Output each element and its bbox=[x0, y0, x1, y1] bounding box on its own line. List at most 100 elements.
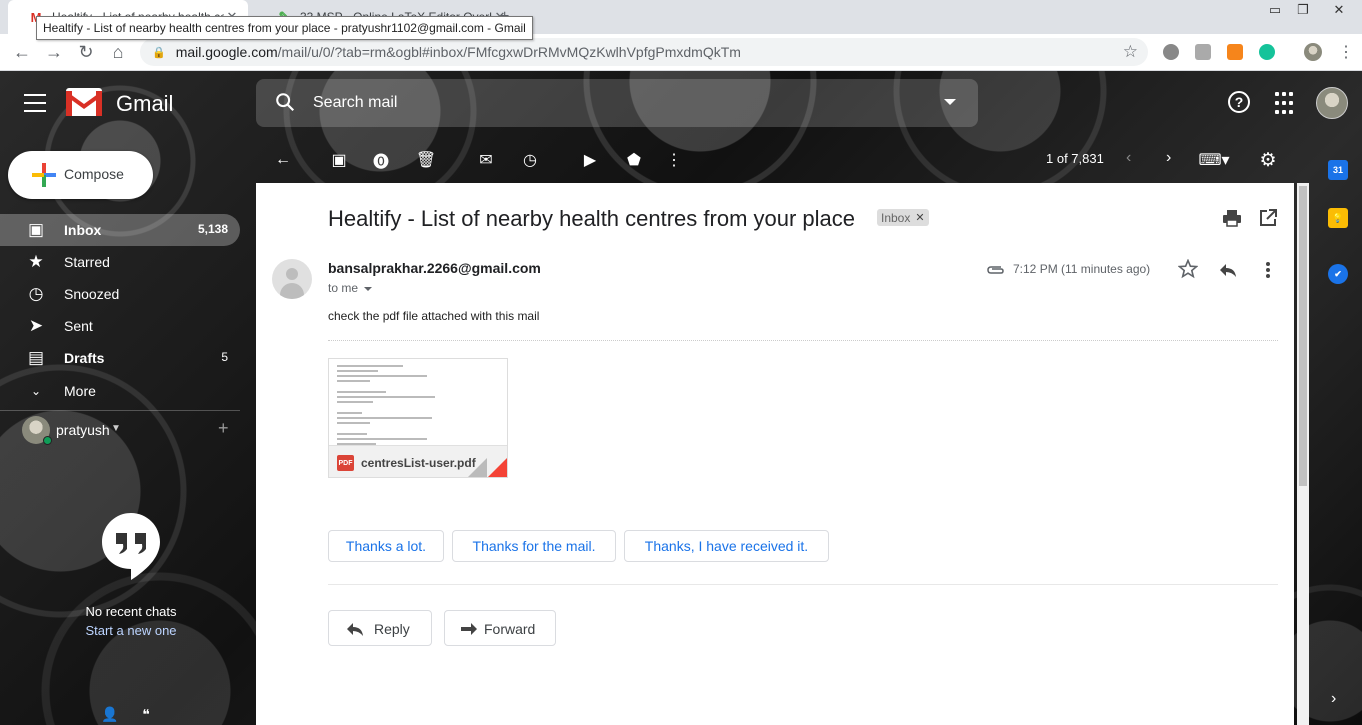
account-avatar[interactable] bbox=[1316, 87, 1348, 119]
restore-icon[interactable]: ❐ bbox=[1290, 0, 1316, 20]
online-status-icon bbox=[43, 436, 52, 445]
newer-icon[interactable]: ‹ bbox=[1126, 149, 1131, 167]
address-bar[interactable]: 🔒 mail.google.com/mail/u/0/?tab=rm&ogbl#… bbox=[140, 38, 1148, 66]
archive-icon[interactable]: ▣ bbox=[329, 150, 349, 170]
gmail-app: Gmail Search mail ? Compose ▣ Inbox 5,13… bbox=[0, 71, 1362, 725]
page-fold-shadow bbox=[467, 458, 487, 477]
search-input[interactable]: Search mail bbox=[313, 94, 397, 112]
new-chat-plus-icon[interactable]: + bbox=[218, 418, 229, 439]
sidebar-item-label: Starred bbox=[64, 254, 110, 270]
browser-menu-icon[interactable]: ⋮ bbox=[1334, 40, 1358, 64]
input-tools-icon[interactable]: ⌨▾ bbox=[1198, 150, 1229, 170]
attachment-footer: PDF centresList-user.pdf bbox=[329, 445, 507, 477]
more-options-icon[interactable] bbox=[1260, 260, 1276, 280]
star-icon: ★ bbox=[28, 252, 44, 271]
search-bar[interactable]: Search mail bbox=[256, 79, 978, 127]
google-apps-icon[interactable] bbox=[1272, 91, 1296, 115]
help-icon[interactable]: ? bbox=[1228, 91, 1250, 113]
reply-icon bbox=[347, 623, 363, 636]
search-icon[interactable] bbox=[274, 91, 296, 113]
gmail-logo-icon bbox=[66, 88, 102, 116]
email-view: Healtify - List of nearby health centres… bbox=[256, 183, 1294, 725]
sidebar-divider bbox=[0, 410, 240, 411]
caret-down-icon[interactable]: ▼ bbox=[111, 423, 121, 434]
start-new-chat-link[interactable]: Start a new one bbox=[36, 623, 226, 638]
keep-app-icon[interactable]: 💡 bbox=[1328, 208, 1348, 228]
home-icon[interactable]: ⌂ bbox=[106, 40, 130, 64]
sender-email[interactable]: bansalprakhar.2266@gmail.com bbox=[328, 260, 541, 276]
labels-icon[interactable]: ⬟ bbox=[624, 150, 644, 170]
unread-count: 5,138 bbox=[197, 222, 228, 236]
compose-button[interactable]: Compose bbox=[8, 151, 153, 199]
profile-avatar[interactable] bbox=[1304, 43, 1322, 61]
move-to-icon[interactable]: ▶ bbox=[580, 150, 600, 170]
search-options-icon[interactable] bbox=[944, 99, 956, 105]
pdf-attachment-card[interactable]: PDF centresList-user.pdf bbox=[328, 358, 508, 478]
pagination-text: 1 of 7,831 bbox=[1046, 151, 1104, 166]
lock-icon: 🔒 bbox=[152, 46, 166, 59]
expand-side-panel-icon[interactable]: › bbox=[1331, 690, 1336, 708]
reload-icon[interactable]: ↻ bbox=[74, 40, 98, 64]
email-scrollbar-thumb[interactable] bbox=[1299, 186, 1307, 486]
sidebar-item-label: More bbox=[64, 383, 96, 399]
hangouts-user[interactable]: pratyush ▼ + bbox=[22, 416, 242, 446]
forward-label: Forward bbox=[484, 621, 536, 637]
drafts-count: 5 bbox=[221, 350, 228, 364]
report-spam-icon[interactable]: ⓿ bbox=[371, 150, 391, 171]
gmail-wordmark[interactable]: Gmail bbox=[116, 91, 173, 117]
sidebar-item-sent[interactable]: ➤ Sent bbox=[0, 310, 240, 342]
bookmark-star-icon[interactable]: ☆ bbox=[1123, 42, 1138, 62]
forward-icon[interactable]: → bbox=[42, 40, 66, 64]
send-icon: ➤ bbox=[28, 316, 44, 335]
clock-icon: ◷ bbox=[28, 284, 44, 303]
delete-icon[interactable]: 🗑 bbox=[416, 150, 436, 170]
print-icon[interactable] bbox=[1222, 208, 1242, 228]
smart-reply-2[interactable]: Thanks for the mail. bbox=[452, 530, 616, 562]
sidebar-item-more[interactable]: ⌄ More bbox=[0, 375, 240, 407]
remove-label-icon[interactable]: ✕ bbox=[915, 211, 924, 224]
cube-extension-icon[interactable] bbox=[1195, 44, 1211, 60]
draft-icon: ▤ bbox=[27, 348, 45, 367]
back-to-inbox-icon[interactable]: ← bbox=[273, 150, 293, 170]
close-window-icon[interactable]: ✕ bbox=[1326, 0, 1352, 20]
sidebar-item-label: Drafts bbox=[64, 350, 105, 366]
contacts-icon[interactable]: 👤 bbox=[101, 705, 119, 723]
back-icon[interactable]: ← bbox=[10, 40, 34, 64]
metamask-extension-icon[interactable] bbox=[1227, 44, 1243, 60]
sidebar-item-drafts[interactable]: ▤ Drafts 5 bbox=[0, 342, 240, 374]
calendar-app-icon[interactable]: 31 bbox=[1328, 160, 1348, 180]
main-menu-icon[interactable] bbox=[22, 91, 48, 115]
inbox-label-chip[interactable]: Inbox ✕ bbox=[877, 209, 929, 226]
page-fold-corner bbox=[487, 458, 507, 477]
hangouts-icon[interactable]: ❝ bbox=[137, 705, 155, 723]
inbox-icon: ▣ bbox=[27, 220, 45, 239]
side-panel: 31 💡 ✔ bbox=[1320, 135, 1362, 725]
reply-label: Reply bbox=[374, 621, 410, 637]
minimize-icon[interactable]: ▭ bbox=[1262, 0, 1288, 20]
reply-button[interactable]: Reply bbox=[328, 610, 432, 646]
forward-button[interactable]: Forward bbox=[444, 610, 556, 646]
open-new-window-icon[interactable] bbox=[1258, 208, 1278, 228]
mark-unread-icon[interactable]: ✉ bbox=[476, 150, 496, 170]
snooze-icon[interactable]: ◷ bbox=[520, 150, 540, 170]
sidebar-item-inbox[interactable]: ▣ Inbox 5,138 bbox=[0, 214, 240, 246]
recipients-toggle[interactable]: to me bbox=[328, 281, 373, 295]
smart-reply-3[interactable]: Thanks, I have received it. bbox=[624, 530, 829, 562]
more-actions-icon[interactable]: ⋮ bbox=[664, 150, 684, 170]
email-timestamp: 7:12 PM (11 minutes ago) bbox=[1013, 262, 1151, 276]
sidebar-item-snoozed[interactable]: ◷ Snoozed bbox=[0, 278, 240, 310]
recipients-text: to me bbox=[328, 281, 359, 295]
grammarly-extension-icon[interactable] bbox=[1259, 44, 1275, 60]
attachment-preview bbox=[337, 365, 501, 445]
tasks-app-icon[interactable]: ✔ bbox=[1328, 264, 1348, 284]
settings-gear-icon[interactable]: ⚙ bbox=[1258, 150, 1278, 171]
url-host: mail.google.com bbox=[175, 44, 278, 60]
attachments-divider bbox=[328, 340, 1278, 341]
reply-icon[interactable] bbox=[1218, 260, 1238, 280]
smart-reply-1[interactable]: Thanks a lot. bbox=[328, 530, 444, 562]
star-email-icon[interactable] bbox=[1178, 259, 1198, 279]
label-chip-text: Inbox bbox=[881, 210, 911, 225]
sidebar-item-starred[interactable]: ★ Starred bbox=[0, 246, 240, 278]
skype-extension-icon[interactable] bbox=[1163, 44, 1179, 60]
older-icon[interactable]: › bbox=[1166, 149, 1171, 167]
